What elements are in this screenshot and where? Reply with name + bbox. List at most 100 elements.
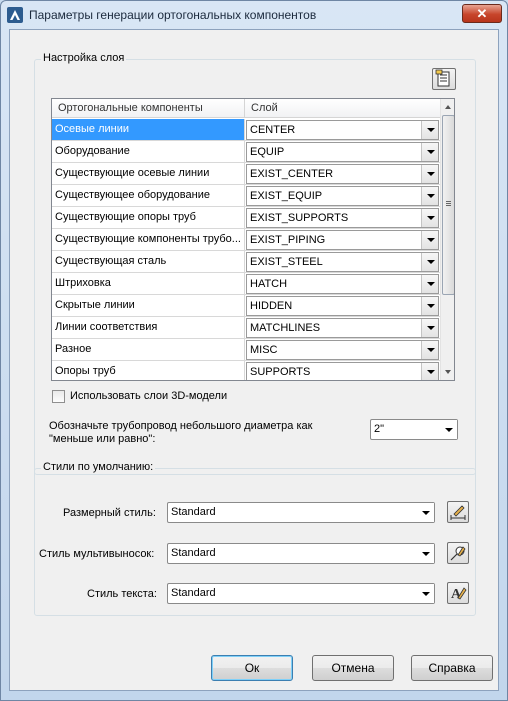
chevron-down-icon <box>417 544 434 563</box>
component-name-cell[interactable]: Существующее оборудование <box>52 185 245 206</box>
use-3d-layers-checkbox[interactable] <box>52 390 65 403</box>
layer-select[interactable]: MATCHLINES <box>246 318 439 338</box>
layer-select[interactable]: SUPPORTS <box>246 362 439 380</box>
layer-select-value: SUPPORTS <box>250 366 311 378</box>
layer-select[interactable]: EQUIP <box>246 142 439 162</box>
dimension-style-button[interactable] <box>447 501 469 523</box>
scroll-up-arrow-icon[interactable] <box>441 99 454 114</box>
layer-select-value: CENTER <box>250 124 296 136</box>
dimension-style-icon <box>450 505 466 520</box>
layer-select[interactable]: EXIST_SUPPORTS <box>246 208 439 228</box>
mleader-style-select[interactable]: Standard <box>167 543 435 564</box>
layer-grid[interactable]: Ортогональные компоненты Слой Осевые лин… <box>51 98 455 381</box>
autocad-app-icon <box>7 7 23 23</box>
mleader-style-icon <box>450 546 466 561</box>
table-row[interactable]: Скрытые линии HIDDEN <box>52 295 440 317</box>
layer-select-value: EXIST_CENTER <box>250 168 334 180</box>
chevron-down-icon <box>421 187 438 205</box>
layer-select-value: EXIST_STEEL <box>250 256 323 268</box>
help-button[interactable]: Справка <box>411 655 493 681</box>
close-button[interactable]: ✕ <box>462 4 502 23</box>
chevron-down-icon <box>421 231 438 249</box>
component-name-cell[interactable]: Осевые линии <box>52 119 245 140</box>
text-style-value: Standard <box>171 587 216 599</box>
chevron-down-icon <box>421 319 438 337</box>
use-3d-layers-label: Использовать слои 3D-модели <box>70 390 228 402</box>
text-style-icon: A <box>451 587 467 602</box>
chevron-down-icon <box>421 297 438 315</box>
window-title: Параметры генерации ортогональных компон… <box>29 8 317 22</box>
layer-properties-button[interactable] <box>432 68 456 90</box>
dimension-style-select[interactable]: Standard <box>167 502 435 523</box>
layer-settings-group: Настройка слоя Ортогональные компоненты … <box>34 52 476 475</box>
dimension-style-value: Standard <box>171 506 216 518</box>
chevron-down-icon <box>440 420 457 439</box>
text-style-button[interactable]: A <box>447 582 469 604</box>
table-row[interactable]: Осевые линии CENTER <box>52 119 440 141</box>
small-pipe-size-select[interactable]: 2" <box>370 419 458 440</box>
chevron-down-icon <box>421 363 438 380</box>
dialog-window: Параметры генерации ортогональных компон… <box>0 0 508 701</box>
layer-select[interactable]: EXIST_CENTER <box>246 164 439 184</box>
layer-select[interactable]: EXIST_STEEL <box>246 252 439 272</box>
layer-select[interactable]: HATCH <box>246 274 439 294</box>
table-row[interactable]: Существующее оборудование EXIST_EQUIP <box>52 185 440 207</box>
layer-select-value: MATCHLINES <box>250 322 321 334</box>
cancel-button[interactable]: Отмена <box>312 655 394 681</box>
chevron-down-icon <box>417 503 434 522</box>
component-name-cell[interactable]: Разное <box>52 339 245 360</box>
layer-settings-legend: Настройка слоя <box>41 52 127 64</box>
grid-header: Ортогональные компоненты Слой <box>52 99 440 118</box>
column-header-component[interactable]: Ортогональные компоненты <box>52 99 245 118</box>
table-row[interactable]: Существующие компоненты трубо... EXIST_PI… <box>52 229 440 251</box>
table-row[interactable]: Штриховка HATCH <box>52 273 440 295</box>
component-name-cell[interactable]: Опоры труб <box>52 361 245 380</box>
dialog-client-area: Настройка слоя Ортогональные компоненты … <box>9 29 499 691</box>
table-row[interactable]: Линии соответствия MATCHLINES <box>52 317 440 339</box>
layer-select[interactable]: EXIST_PIPING <box>246 230 439 250</box>
text-style-select[interactable]: Standard <box>167 583 435 604</box>
table-row[interactable]: Существующие опоры труб EXIST_SUPPORTS <box>52 207 440 229</box>
component-name-cell[interactable]: Линии соответствия <box>52 317 245 338</box>
text-style-label: Стиль текста: <box>87 588 157 600</box>
ok-button[interactable]: Ок <box>211 655 293 681</box>
chevron-down-icon <box>421 253 438 271</box>
component-name-cell[interactable]: Штриховка <box>52 273 245 294</box>
chevron-down-icon <box>421 341 438 359</box>
mleader-style-label: Стиль мультивыносок: <box>39 548 155 560</box>
layer-select-value: EQUIP <box>250 146 285 158</box>
layer-select[interactable]: HIDDEN <box>246 296 439 316</box>
layer-select[interactable]: EXIST_EQUIP <box>246 186 439 206</box>
scroll-thumb[interactable] <box>442 115 454 295</box>
layer-select-value: HIDDEN <box>250 300 293 312</box>
chevron-down-icon <box>421 209 438 227</box>
table-row[interactable]: Оборудование EQUIP <box>52 141 440 163</box>
layer-select[interactable]: CENTER <box>246 120 439 140</box>
layer-select-value: EXIST_EQUIP <box>250 190 323 202</box>
table-row[interactable]: Опоры труб SUPPORTS <box>52 361 440 380</box>
table-row[interactable]: Существующие осевые линии EXIST_CENTER <box>52 163 440 185</box>
chevron-down-icon <box>421 165 438 183</box>
column-header-layer[interactable]: Слой <box>245 99 440 118</box>
component-name-cell[interactable]: Существующие опоры труб <box>52 207 245 228</box>
grid-vertical-scrollbar[interactable] <box>440 99 454 380</box>
component-name-cell[interactable]: Существующая сталь <box>52 251 245 272</box>
chevron-down-icon <box>417 584 434 603</box>
layer-select[interactable]: MISC <box>246 340 439 360</box>
dimension-style-label: Размерный стиль: <box>63 507 156 519</box>
table-row[interactable]: Существующая сталь EXIST_STEEL <box>52 251 440 273</box>
table-row[interactable]: Разное MISC <box>52 339 440 361</box>
chevron-down-icon <box>421 143 438 161</box>
component-name-cell[interactable]: Существующие компоненты трубо... <box>52 229 245 250</box>
chevron-down-icon <box>421 275 438 293</box>
mleader-style-button[interactable] <box>447 542 469 564</box>
layer-select-value: EXIST_PIPING <box>250 234 326 246</box>
component-name-cell[interactable]: Скрытые линии <box>52 295 245 316</box>
small-pipe-label-line1: Обозначьте трубопровод небольшого диамет… <box>49 420 313 432</box>
chevron-down-icon <box>421 121 438 139</box>
title-bar[interactable]: Параметры генерации ортогональных компон… <box>1 1 507 29</box>
layer-select-value: EXIST_SUPPORTS <box>250 212 349 224</box>
scroll-down-arrow-icon[interactable] <box>441 365 454 380</box>
component-name-cell[interactable]: Оборудование <box>52 141 245 162</box>
component-name-cell[interactable]: Существующие осевые линии <box>52 163 245 184</box>
